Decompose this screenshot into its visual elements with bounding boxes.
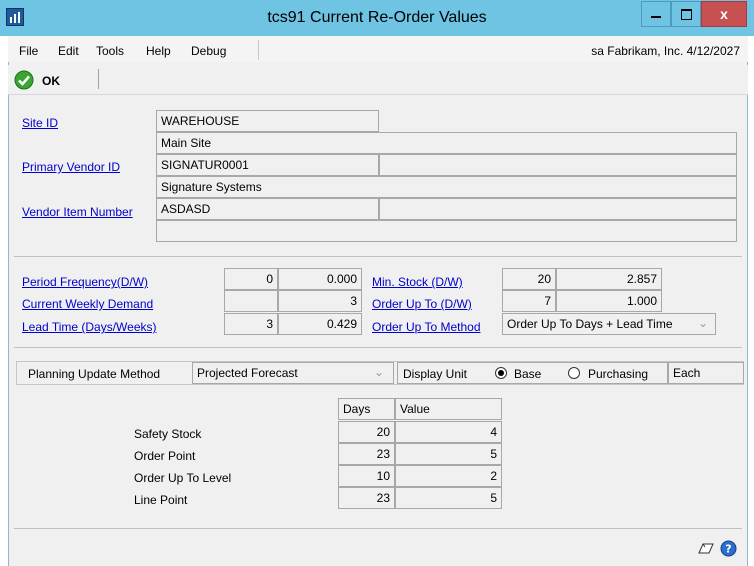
lead-time-link[interactable]: Lead Time (Days/Weeks) — [22, 320, 157, 334]
table-cell-days: 23 — [338, 443, 395, 465]
maximize-button[interactable] — [671, 1, 701, 27]
menu-tools[interactable]: Tools — [96, 44, 124, 58]
table-cell-value: 2 — [395, 465, 502, 487]
menu-divider — [258, 40, 259, 60]
site-id-link[interactable]: Site ID — [22, 116, 58, 130]
current-weekly-demand-value: 3 — [278, 290, 362, 312]
menu-help[interactable]: Help — [146, 44, 171, 58]
vendor-item-description-field — [156, 220, 737, 242]
table-cell-value: 5 — [395, 443, 502, 465]
table-header-value: Value — [395, 398, 502, 420]
site-id-field[interactable]: WAREHOUSE — [156, 110, 379, 132]
vendor-id-extension — [379, 154, 737, 176]
display-unit-label: Display Unit — [403, 367, 468, 381]
close-button[interactable]: x — [701, 1, 747, 27]
planning-update-method-label: Planning Update Method — [28, 367, 161, 381]
order-up-to-days[interactable]: 7 — [502, 290, 556, 312]
min-stock-link[interactable]: Min. Stock (D/W) — [372, 275, 463, 289]
vendor-item-number-link[interactable]: Vendor Item Number — [22, 205, 133, 219]
checkmark-icon[interactable] — [14, 70, 34, 90]
note-icon[interactable] — [697, 541, 715, 557]
min-stock-weeks: 2.857 — [556, 268, 662, 290]
order-up-to-link[interactable]: Order Up To (D/W) — [372, 297, 472, 311]
order-up-to-method-value: Order Up To Days + Lead Time — [507, 317, 673, 331]
chevron-down-icon[interactable]: ⌄ — [374, 365, 384, 379]
menu-debug[interactable]: Debug — [191, 44, 226, 58]
table-cell-days: 23 — [338, 487, 395, 509]
menu-file[interactable]: File — [19, 44, 38, 58]
toolbar — [8, 65, 748, 95]
primary-vendor-id-link[interactable]: Primary Vendor ID — [22, 160, 120, 174]
minimize-icon — [651, 16, 661, 18]
close-icon: x — [720, 6, 728, 22]
lead-time-days[interactable]: 3 — [224, 313, 278, 335]
period-frequency-link[interactable]: Period Frequency(D/W) — [22, 275, 148, 289]
vendor-item-extension — [379, 198, 737, 220]
planning-update-method-value: Projected Forecast — [197, 366, 298, 380]
base-radio[interactable] — [495, 367, 507, 379]
minimize-button[interactable] — [641, 1, 671, 27]
vendor-item-field[interactable]: ASDASD — [156, 198, 379, 220]
period-frequency-weeks: 0.000 — [278, 268, 362, 290]
lead-time-weeks: 0.429 — [278, 313, 362, 335]
order-up-to-weeks: 1.000 — [556, 290, 662, 312]
help-icon[interactable]: ? — [720, 540, 737, 557]
period-frequency-days[interactable]: 0 — [224, 268, 278, 290]
maximize-icon — [680, 8, 692, 20]
order-up-to-method-link[interactable]: Order Up To Method — [372, 320, 481, 334]
demand-spacer — [224, 290, 278, 312]
table-row-label: Safety Stock — [134, 427, 202, 441]
vendor-id-field[interactable]: SIGNATUR0001 — [156, 154, 379, 176]
table-cell-days: 10 — [338, 465, 395, 487]
svg-text:?: ? — [725, 543, 731, 556]
section-divider — [14, 256, 742, 257]
footer-divider — [14, 528, 742, 529]
base-radio-label[interactable]: Base — [514, 367, 541, 381]
table-row-label: Line Point — [134, 493, 188, 507]
table-header-days: Days — [338, 398, 395, 420]
table-cell-days: 20 — [338, 421, 395, 443]
company-date-info: sa Fabrikam, Inc. 4/12/2027 — [591, 44, 740, 58]
min-stock-days[interactable]: 20 — [502, 268, 556, 290]
table-row-label: Order Point — [134, 449, 196, 463]
unit-of-measure-field: Each — [668, 362, 744, 384]
purchasing-radio[interactable] — [568, 367, 580, 379]
table-cell-value: 5 — [395, 487, 502, 509]
toolbar-divider — [98, 69, 99, 89]
planning-update-method-dropdown[interactable]: Projected Forecast — [192, 362, 394, 384]
ok-button[interactable]: OK — [42, 74, 60, 88]
menu-edit[interactable]: Edit — [58, 44, 79, 58]
current-weekly-demand-link[interactable]: Current Weekly Demand — [22, 297, 153, 311]
table-row-label: Order Up To Level — [134, 471, 232, 485]
order-up-to-method-dropdown[interactable]: Order Up To Days + Lead Time — [502, 313, 716, 335]
section-divider-2 — [14, 347, 742, 348]
site-description-field: Main Site — [156, 132, 737, 154]
table-cell-value: 4 — [395, 421, 502, 443]
chevron-down-icon[interactable]: ⌄ — [698, 316, 708, 330]
vendor-name-field: Signature Systems — [156, 176, 737, 198]
purchasing-radio-label[interactable]: Purchasing — [588, 367, 648, 381]
